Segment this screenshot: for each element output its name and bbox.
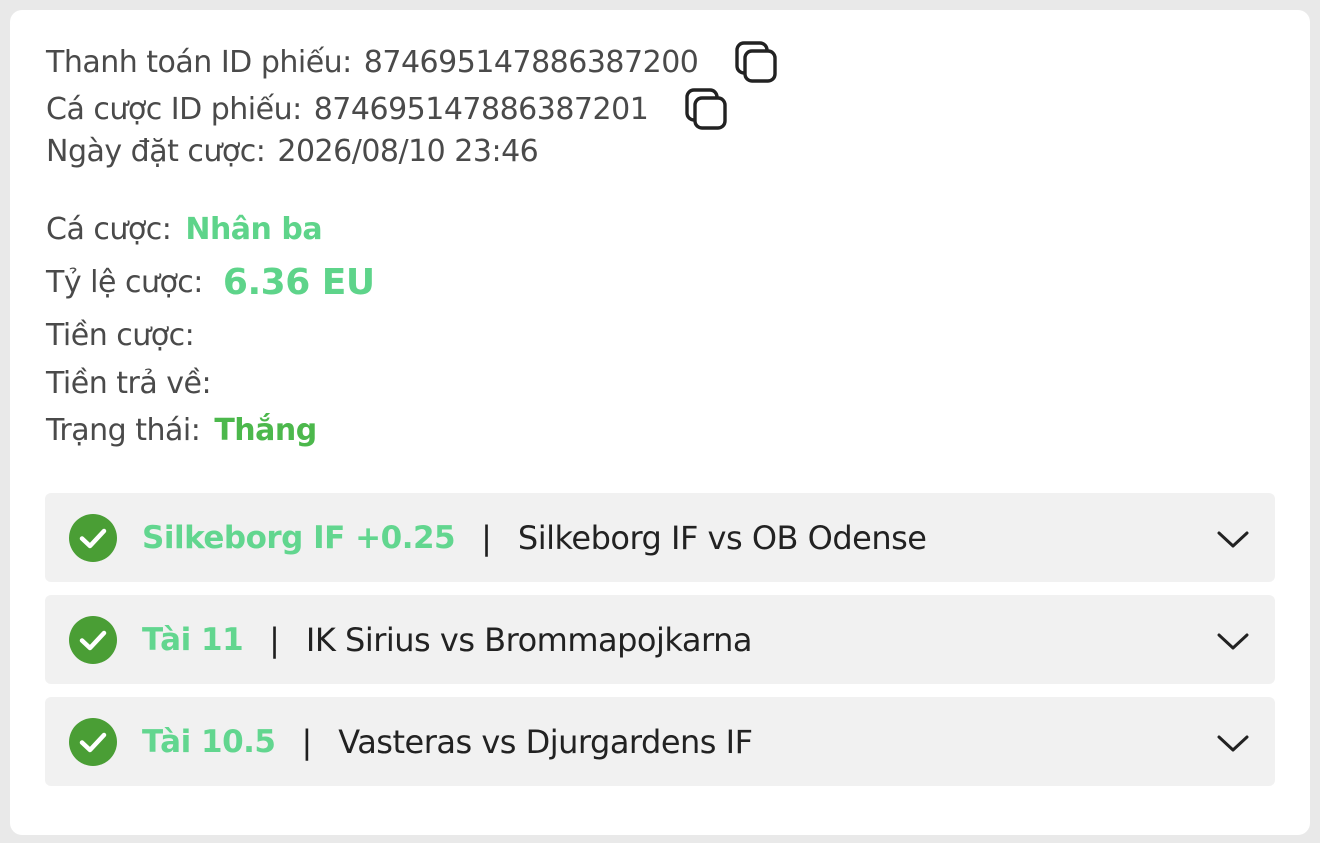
odds-value: 6.36 EU (222, 262, 375, 303)
chevron-down-icon[interactable] (1215, 623, 1251, 659)
bet-date-line: Ngày đặt cược: 2026/08/10 23:46 (46, 134, 539, 169)
selection-row[interactable]: Tài 11 | IK Sirius vs Brommapojkarna (45, 595, 1275, 684)
selection-pick: Tài 10.5 (142, 723, 276, 760)
status-line: Trạng thái: Thắng (46, 413, 317, 448)
copy-payment-id-icon[interactable] (734, 40, 778, 84)
payout-line: Tiền trả về: (46, 366, 223, 401)
odds-label: Tỷ lệ cược: (46, 265, 203, 300)
selection-separator: | (301, 722, 313, 761)
selection-pick: Tài 11 (142, 621, 244, 658)
payment-id-line: Thanh toán ID phiếu: 874695147886387200 (46, 40, 778, 84)
bet-date-label: Ngày đặt cược: (46, 134, 266, 169)
bet-id-value: 874695147886387201 (313, 91, 649, 127)
payment-id-label: Thanh toán ID phiếu: (46, 44, 352, 80)
selection-row[interactable]: Tài 10.5 | Vasteras vs Djurgardens IF (45, 697, 1275, 786)
bet-ticket-card: Thanh toán ID phiếu: 874695147886387200 … (10, 10, 1310, 835)
check-circle-icon (69, 717, 117, 766)
chevron-down-icon[interactable] (1215, 521, 1251, 557)
bet-id-line: Cá cược ID phiếu: 874695147886387201 (46, 87, 728, 131)
check-circle-icon (69, 615, 117, 664)
selection-match: Silkeborg IF vs OB Odense (517, 518, 927, 557)
bet-type-line: Cá cược: Nhân ba (46, 212, 323, 247)
selection-match: IK Sirius vs Brommapojkarna (305, 620, 753, 659)
check-circle-icon (69, 513, 117, 562)
odds-line: Tỷ lệ cược: 6.36 EU (46, 262, 375, 303)
selection-separator: | (481, 518, 492, 557)
bet-type-value: Nhân ba (185, 212, 323, 247)
selection-row[interactable]: Silkeborg IF +0.25 | Silkeborg IF vs OB … (45, 493, 1275, 582)
status-badge: Thắng (214, 413, 317, 448)
bet-type-label: Cá cược: (46, 212, 172, 247)
stake-line: Tiền cược: (46, 318, 206, 353)
bet-id-label: Cá cược ID phiếu: (46, 91, 302, 127)
selection-match: Vasteras vs Djurgardens IF (338, 722, 753, 761)
payout-label: Tiền trả về: (46, 366, 212, 401)
bet-date-value: 2026/08/10 23:46 (277, 134, 539, 169)
stake-label: Tiền cược: (46, 318, 195, 353)
payment-id-value: 874695147886387200 (363, 44, 699, 80)
copy-bet-id-icon[interactable] (684, 87, 728, 131)
chevron-down-icon[interactable] (1215, 725, 1251, 761)
selection-pick: Silkeborg IF +0.25 (142, 519, 456, 556)
selection-separator: | (269, 620, 280, 659)
status-label: Trạng thái: (46, 413, 201, 448)
